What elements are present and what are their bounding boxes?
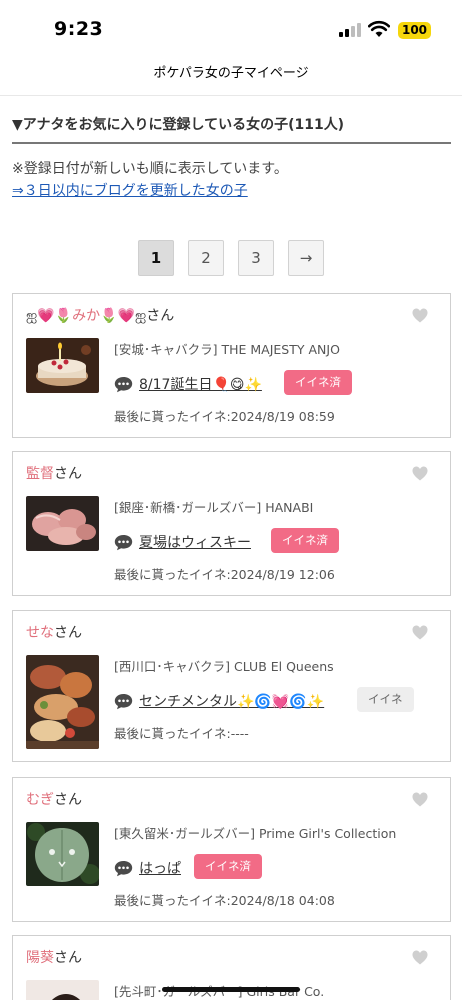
last-iine-date: 2024/8/18 04:08 [230,893,335,908]
chat-bubble-icon [114,861,133,877]
status-bar: 9:23 100 [0,0,462,58]
profile-thumbnail[interactable] [26,655,99,749]
iine-button[interactable]: イイネ [357,687,414,712]
wifi-icon [368,20,390,37]
home-indicator[interactable] [162,987,300,992]
shop-info: [安城･キャバクラ] THE MAJESTY ANJO [114,342,340,357]
last-iine-label: 最後に貰ったイイネ: [114,893,231,908]
chat-bubble-icon [114,694,133,710]
last-iine-date: ---- [230,726,249,741]
iine-done-badge[interactable]: イイネ済 [284,370,352,395]
girl-name[interactable]: ஐ💗🌷みか🌷💗ஐさん [26,305,174,326]
girl-name[interactable]: 監督さん [26,463,82,483]
girl-name-text[interactable]: 陽葵 [26,950,54,966]
profile-thumbnail[interactable] [26,338,99,393]
last-iine: 最後に貰ったイイネ:2024/8/18 04:08 [114,890,335,909]
heart-icon[interactable] [412,625,428,640]
girl-name[interactable]: せなさん [26,622,82,642]
recent-blog-link[interactable]: ⇒３日以内にブログを更新した女の子 [12,180,248,200]
name-decoration: 💗ஐ [117,308,147,324]
status-time: 9:23 [54,18,104,40]
chat-bubble-icon [114,377,133,393]
name-suffix: さん [54,792,82,808]
shop-info: [西川口･キャバクラ] CLUB El Queens [114,659,334,674]
heart-icon[interactable] [412,466,428,481]
name-suffix: さん [54,466,82,482]
profile-thumbnail[interactable] [26,822,99,886]
favorite-card[interactable]: せなさん [西川口･キャバクラ] CLUB El Queens センチメンタル✨… [12,610,451,762]
next-page-button[interactable]: → [288,240,324,276]
name-suffix: さん [54,950,82,966]
profile-thumbnail[interactable] [26,496,99,551]
girl-name[interactable]: 陽葵さん [26,947,82,967]
name-suffix: さん [146,308,175,324]
heart-icon[interactable] [412,792,428,807]
girl-name-text[interactable]: 監督 [26,466,54,482]
last-iine-label: 最後に貰ったイイネ: [114,409,231,424]
profile-thumbnail[interactable] [26,980,99,1000]
page-button-2[interactable]: 2 [188,240,224,276]
blog-title-link[interactable]: センチメンタル✨🌀💓🌀✨ [139,691,324,711]
girl-name-text[interactable]: むぎ [26,792,54,808]
heart-icon[interactable] [412,308,428,323]
last-iine: 最後に貰ったイイネ:2024/8/19 08:59 [114,406,335,425]
battery-icon: 100 [398,22,431,39]
shop-info: [東久留米･ガールズバー] Prime Girl's Collection [114,826,397,841]
name-decoration: ஐ💗 [26,308,55,324]
page-button-1[interactable]: 1 [138,240,174,276]
page-button-3[interactable]: 3 [238,240,274,276]
iine-done-badge[interactable]: イイネ済 [194,854,262,879]
blog-title-link[interactable]: 8/17誕生日🎈😋✨ [139,374,262,394]
girl-name-text[interactable]: せな [26,625,54,641]
section-heading: ▼アナタをお気に入りに登録している女の子(111人) [12,114,451,144]
sort-note: ※登録日付が新しいも順に表示しています。 [12,161,288,177]
chat-bubble-icon [114,535,133,551]
page-title: ポケパラ女の子マイページ [0,58,462,96]
girl-name-text[interactable]: 🌷みか🌷 [55,308,118,324]
girl-name[interactable]: むぎさん [26,789,82,809]
iine-done-badge[interactable]: イイネ済 [271,528,339,553]
blog-title-link[interactable]: はっぱ [139,858,181,878]
favorite-card[interactable]: ஐ💗🌷みか🌷💗ஐさん [安城･キャバクラ] THE MAJESTY ANJO 8… [12,293,451,438]
last-iine-label: 最後に貰ったイイネ: [114,567,231,582]
blog-title-link[interactable]: 夏場はウィスキー [139,532,251,552]
last-iine-date: 2024/8/19 12:06 [230,567,335,582]
signal-icon [339,23,361,37]
favorite-card[interactable]: むぎさん [東久留米･ガールズバー] Prime Girl's Collecti… [12,777,451,922]
name-suffix: さん [54,625,82,641]
last-iine: 最後に貰ったイイネ:2024/8/19 12:06 [114,564,335,583]
favorite-card[interactable]: 監督さん [銀座･新橋･ガールズバー] HANABI 夏場はウィスキー イイネ済… [12,451,451,596]
last-iine-label: 最後に貰ったイイネ: [114,726,231,741]
last-iine-date: 2024/8/19 08:59 [230,409,335,424]
heart-icon[interactable] [412,950,428,965]
shop-info: [銀座･新橋･ガールズバー] HANABI [114,500,314,515]
last-iine: 最後に貰ったイイネ:---- [114,723,249,742]
